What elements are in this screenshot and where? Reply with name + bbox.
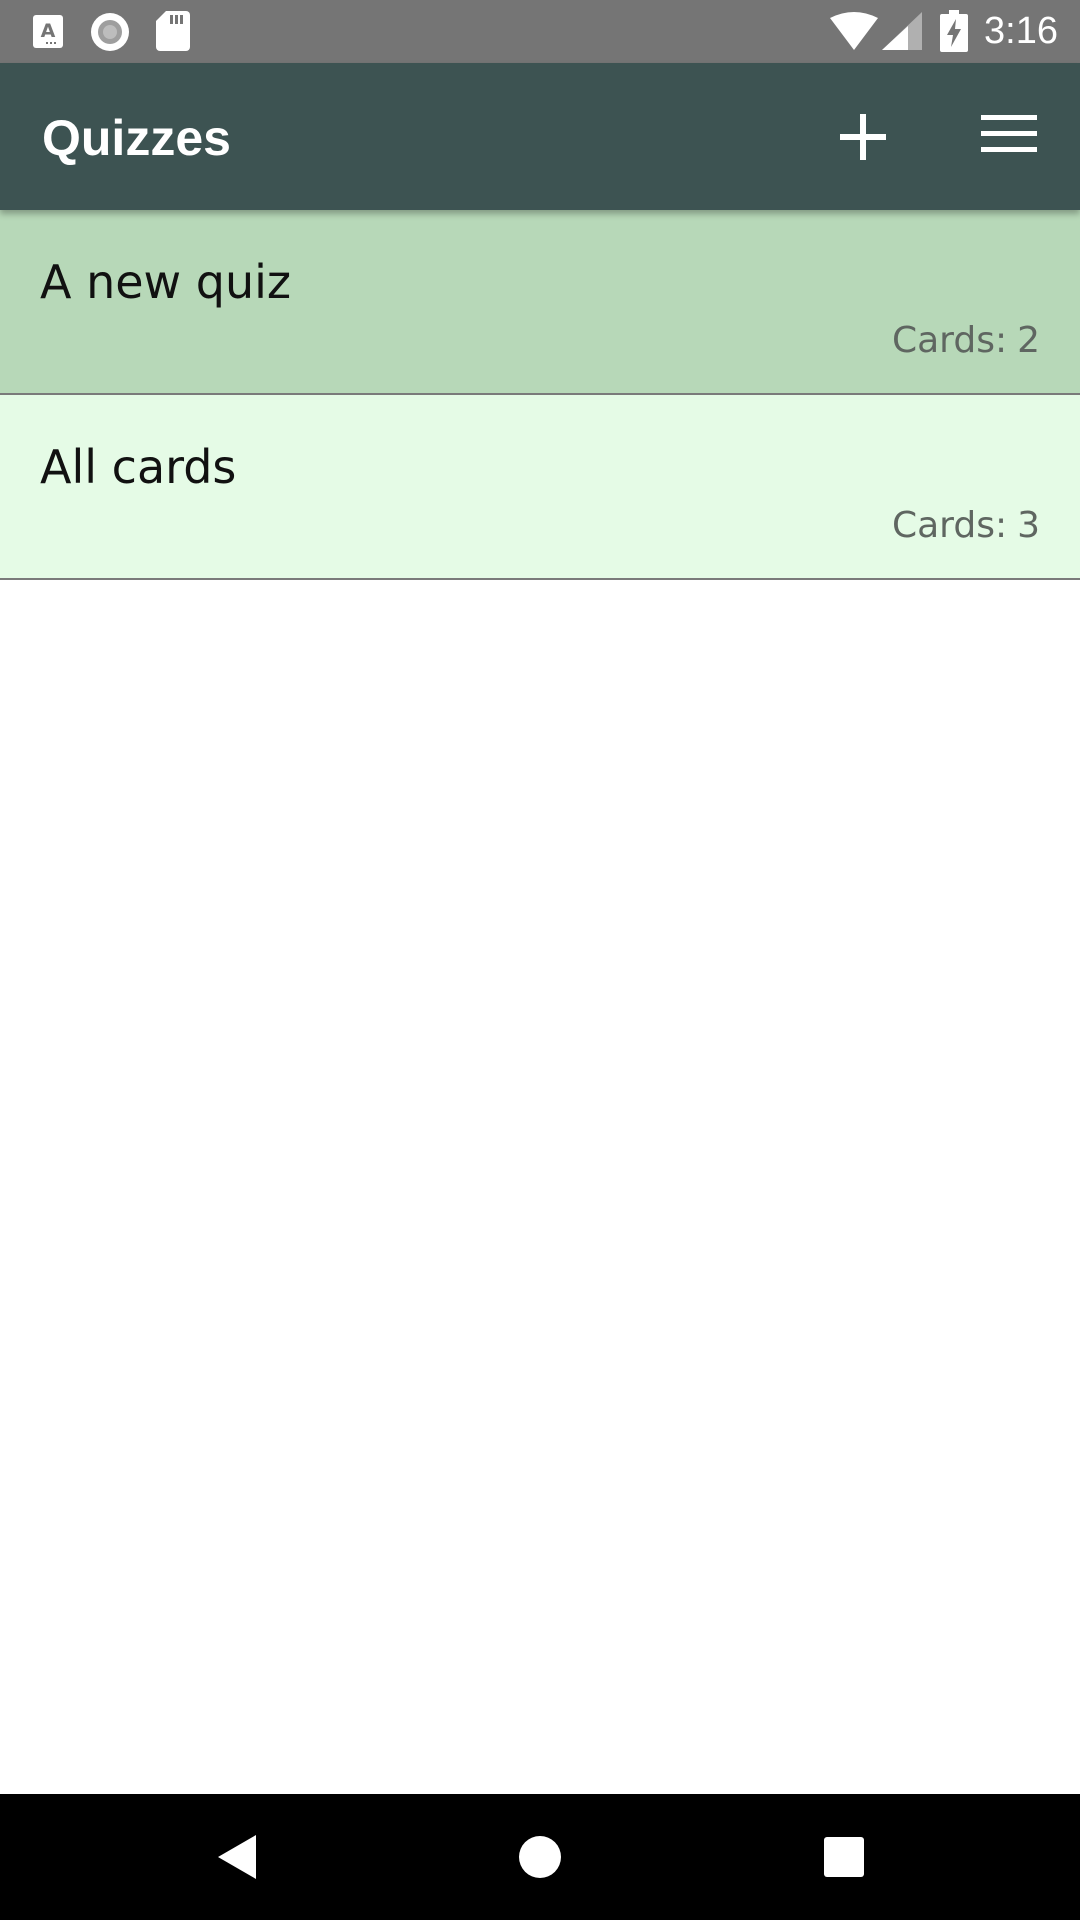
record-icon	[91, 13, 129, 51]
a-notification-icon: A	[33, 15, 63, 48]
list-item[interactable]: All cards Cards: 3	[0, 395, 1080, 580]
add-icon	[840, 114, 886, 160]
cell-signal-icon	[882, 12, 922, 50]
battery-charging-icon	[940, 10, 968, 52]
back-icon[interactable]	[206, 1827, 266, 1887]
home-icon[interactable]	[510, 1827, 570, 1887]
navigation-bar	[0, 1794, 1080, 1920]
card-count-label: Cards:	[891, 505, 1008, 546]
list-item[interactable]: A new quiz Cards: 2	[0, 210, 1080, 395]
card-count-label: Cards:	[891, 320, 1008, 361]
quiz-list: A new quiz Cards: 2 All cards Cards: 3	[0, 210, 1080, 580]
svg-text:A: A	[41, 20, 56, 42]
quiz-name: All cards	[40, 440, 237, 494]
menu-icon	[981, 115, 1037, 152]
quiz-card-count: Cards: 2	[892, 320, 1040, 361]
page-title: Quizzes	[42, 110, 231, 166]
quiz-name: A new quiz	[40, 255, 292, 309]
app-bar: Quizzes	[0, 63, 1080, 210]
add-quiz-button[interactable]	[820, 93, 910, 183]
screen: A 3:16 Quizzes A new quiz Cards: 2 All c…	[0, 0, 1080, 1920]
card-count-value: 2	[1017, 320, 1040, 361]
status-bar: A 3:16	[0, 0, 1080, 63]
quiz-card-count: Cards: 3	[892, 505, 1040, 546]
card-count-value: 3	[1017, 505, 1040, 546]
wifi-icon	[830, 12, 878, 50]
menu-button[interactable]	[960, 93, 1060, 183]
recents-icon[interactable]	[814, 1827, 874, 1887]
sd-card-icon	[156, 11, 190, 51]
status-time: 3:16	[984, 10, 1058, 52]
